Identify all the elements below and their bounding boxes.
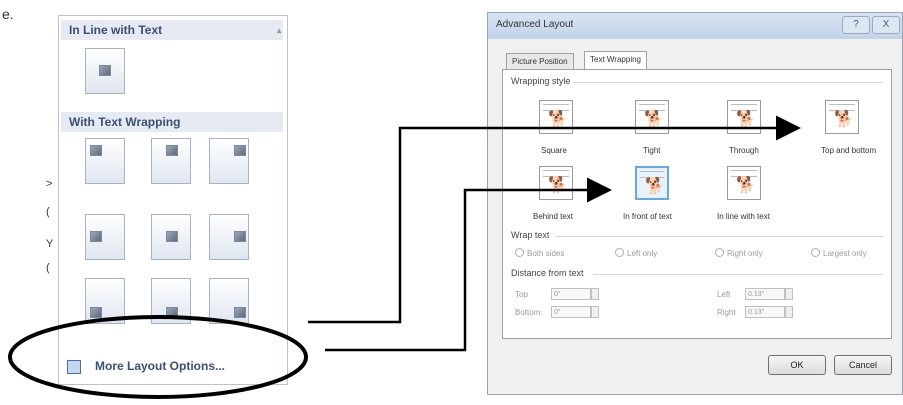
highlight-oval xyxy=(8,315,308,399)
arrow-to-in-front xyxy=(325,177,612,352)
annotation-overlay xyxy=(8,115,801,399)
arrow-to-top-bottom xyxy=(308,115,801,324)
